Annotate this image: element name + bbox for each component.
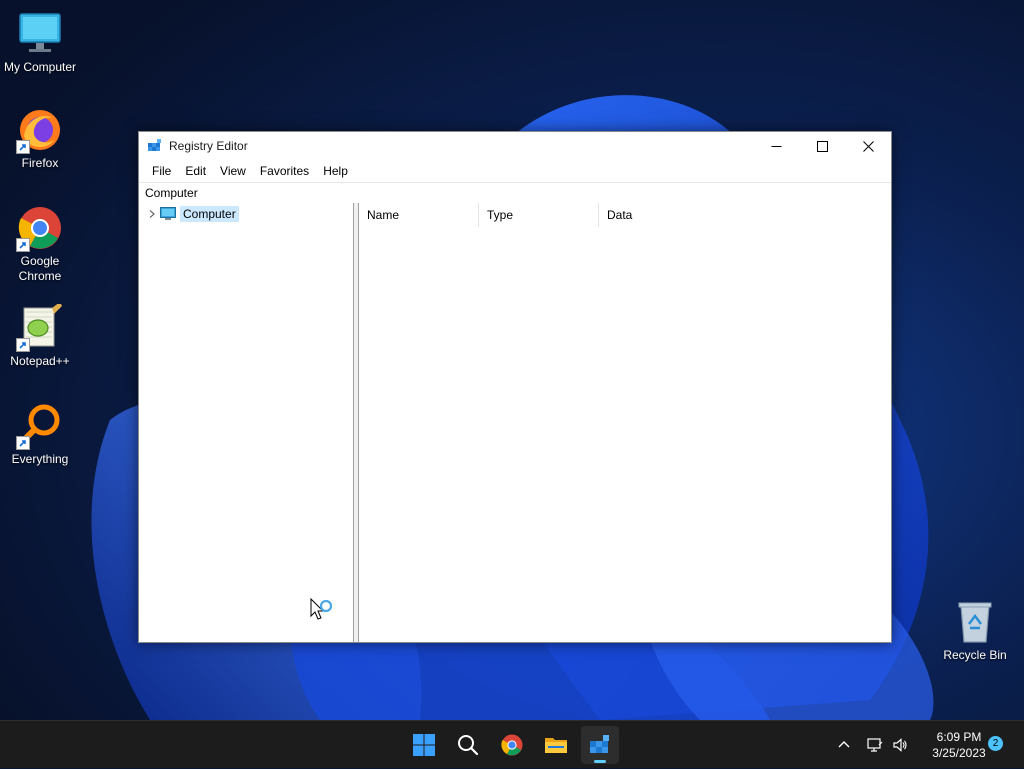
recycle-bin-icon: [958, 602, 992, 643]
close-icon: [862, 140, 874, 152]
maximize-button[interactable]: [799, 132, 845, 160]
clock-date: 3/25/2023: [932, 746, 986, 760]
window-title: Registry Editor: [169, 139, 248, 153]
show-hidden-icons-button[interactable]: [836, 721, 852, 769]
column-header-name[interactable]: Name: [359, 203, 479, 227]
windows-logo-icon: [413, 734, 435, 756]
menu-help[interactable]: Help: [316, 164, 355, 178]
computer-icon: [160, 207, 176, 220]
desktop-icon-my-computer[interactable]: My Computer: [0, 10, 80, 75]
title-bar[interactable]: Registry Editor: [139, 132, 891, 160]
start-button[interactable]: [405, 726, 443, 764]
shortcut-arrow-icon: [16, 238, 30, 252]
column-headers: Name Type Data: [359, 203, 891, 227]
menu-view[interactable]: View: [213, 164, 253, 178]
desktop-icon-recycle-bin[interactable]: Recycle Bin: [935, 598, 1015, 663]
shortcut-arrow-icon: [16, 436, 30, 450]
desktop-icon-label: Google Chrome: [18, 254, 62, 283]
monitor-icon: [19, 13, 61, 52]
tree-node-label: Computer: [180, 206, 239, 222]
desktop-icon-label: Everything: [11, 452, 69, 466]
regedit-app-icon: [148, 139, 161, 151]
shortcut-arrow-icon: [16, 338, 30, 352]
address-path: Computer: [145, 186, 198, 200]
chevron-up-icon: [838, 741, 850, 748]
desktop-icon-chrome[interactable]: Google Chrome: [0, 204, 80, 284]
volume-button[interactable]: [892, 721, 908, 769]
speaker-icon: [893, 738, 907, 752]
notification-badge[interactable]: 2: [988, 736, 1003, 751]
chrome-icon: [501, 734, 523, 756]
desktop-icon-everything[interactable]: Everything: [0, 402, 80, 467]
taskbar-clock[interactable]: 6:09 PM 3/25/2023: [920, 729, 998, 761]
taskbar-file-explorer-button[interactable]: [537, 726, 575, 764]
tree-node-computer[interactable]: Computer: [147, 205, 239, 223]
minimize-icon: [771, 145, 781, 147]
network-icon: [867, 738, 883, 752]
folder-icon: [545, 738, 567, 753]
desktop-icon-label: Recycle Bin: [943, 648, 1007, 662]
registry-editor-window[interactable]: Registry Editor File Edit View Favorites…: [138, 131, 892, 643]
maximize-icon: [816, 140, 828, 152]
taskbar-regedit-button[interactable]: [581, 726, 619, 764]
desktop-icon-label: Notepad++: [10, 354, 70, 368]
minimize-button[interactable]: [753, 132, 799, 160]
desktop-icon-label: My Computer: [3, 60, 77, 74]
network-status-button[interactable]: [867, 721, 883, 769]
taskbar: 6:09 PM 3/25/2023: [0, 720, 1024, 768]
clock-time: 6:09 PM: [936, 730, 982, 744]
regedit-app-icon: [590, 735, 609, 753]
column-header-type[interactable]: Type: [479, 203, 599, 227]
search-icon: [458, 735, 479, 756]
menu-favorites[interactable]: Favorites: [253, 164, 316, 178]
key-tree-pane[interactable]: Computer: [139, 203, 354, 642]
busy-cursor-icon: [310, 598, 333, 620]
desktop-icon-label: Firefox: [21, 156, 59, 170]
close-button[interactable]: [845, 132, 891, 160]
address-bar[interactable]: Computer: [139, 182, 891, 204]
desktop-icon-firefox[interactable]: Firefox: [0, 106, 80, 171]
taskbar-search-button[interactable]: [449, 726, 487, 764]
menu-bar: File Edit View Favorites Help: [139, 160, 891, 182]
taskbar-chrome-button[interactable]: [493, 726, 531, 764]
shortcut-arrow-icon: [16, 140, 30, 154]
values-list-pane[interactable]: Name Type Data: [359, 203, 891, 642]
column-header-data[interactable]: Data: [599, 203, 719, 227]
menu-edit[interactable]: Edit: [178, 164, 213, 178]
chevron-right-icon[interactable]: [147, 209, 157, 219]
menu-file[interactable]: File: [145, 164, 178, 178]
desktop-icon-notepadpp[interactable]: Notepad++: [0, 304, 80, 369]
